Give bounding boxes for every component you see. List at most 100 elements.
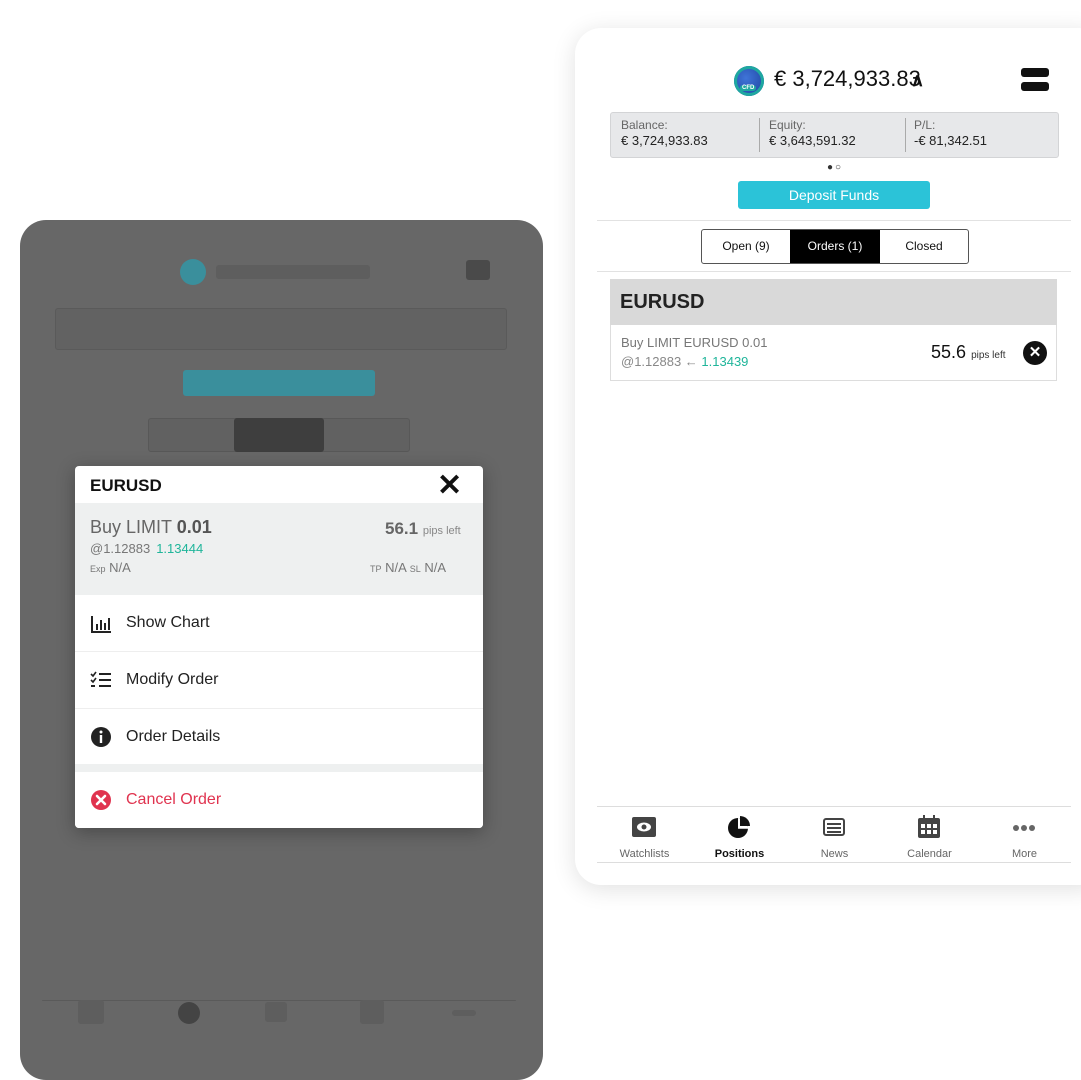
tab-label: More bbox=[1011, 848, 1038, 860]
divider bbox=[597, 220, 1071, 221]
pips-value: 55.6 bbox=[931, 342, 967, 362]
order-action-sheet: EURUSD ✕ Buy LIMIT 0.01 @1.12883 1.13444 … bbox=[75, 466, 483, 828]
sl-label: SL bbox=[409, 564, 421, 574]
pips-value: 56.1 bbox=[385, 519, 419, 538]
action-label: Order Details bbox=[126, 728, 221, 745]
deposit-placeholder bbox=[183, 370, 375, 396]
balance-label: Balance: bbox=[621, 118, 668, 132]
order-prices: @1.12883 ← 1.13439 bbox=[621, 354, 748, 369]
tp-label: TP bbox=[370, 564, 382, 574]
info-icon bbox=[91, 727, 111, 747]
tp-sl: TP N/A SL N/A bbox=[370, 560, 446, 575]
divider bbox=[42, 1000, 516, 1001]
divider bbox=[759, 118, 760, 152]
order-at-price: @1.12883 ← bbox=[621, 354, 702, 369]
segment-open[interactable]: Open (9) bbox=[702, 230, 790, 263]
order-prices: @1.12883 1.13444 bbox=[90, 541, 203, 556]
active-segment-placeholder bbox=[234, 418, 324, 452]
pl-value: -€ 81,342.51 bbox=[914, 133, 988, 148]
pips-unit: pips left bbox=[971, 350, 1006, 361]
tab-watchlists[interactable]: Watchlists bbox=[597, 807, 692, 862]
equity-value: € 3,643,591.32 bbox=[769, 133, 856, 148]
tab-positions[interactable]: Positions bbox=[692, 807, 787, 862]
stats-placeholder bbox=[55, 308, 507, 350]
order-type-label: Buy LIMIT bbox=[90, 517, 177, 537]
eye-icon bbox=[78, 1000, 104, 1024]
order-current-price: 1.13439 bbox=[701, 354, 749, 369]
cancel-order-icon[interactable]: ✕ bbox=[1023, 341, 1047, 365]
pl-stat: P/L: -€ 81,342.51 bbox=[914, 117, 987, 149]
pl-label: P/L: bbox=[914, 118, 936, 132]
modify-order-button[interactable]: Modify Order bbox=[75, 652, 483, 710]
order-expiry: Exp N/A bbox=[90, 560, 131, 575]
order-volume: 0.01 bbox=[176, 517, 212, 537]
divider bbox=[597, 271, 1071, 272]
tab-more[interactable]: More bbox=[977, 807, 1072, 862]
account-stats[interactable]: Balance: € 3,724,933.83 Equity: € 3,643,… bbox=[610, 112, 1059, 158]
tp-value: N/A bbox=[385, 560, 407, 575]
calendar-icon bbox=[918, 815, 940, 838]
menu-icon bbox=[466, 260, 490, 280]
order-type: Buy LIMIT 0.01 bbox=[90, 517, 212, 538]
checklist-icon bbox=[90, 671, 111, 687]
divider bbox=[75, 764, 483, 772]
exp-value: N/A bbox=[109, 560, 131, 575]
divider bbox=[905, 118, 906, 152]
close-icon[interactable]: ✕ bbox=[437, 469, 462, 503]
action-label: Show Chart bbox=[126, 614, 210, 631]
order-details-button[interactable]: Order Details bbox=[75, 709, 483, 765]
action-label: Modify Order bbox=[126, 671, 219, 688]
order-at-price: @1.12883 bbox=[90, 541, 151, 556]
eu-flag-icon: CFD bbox=[734, 66, 764, 96]
sheet-header: EURUSD ✕ bbox=[75, 466, 483, 506]
pie-chart-icon bbox=[178, 1002, 200, 1024]
cfd-badge: CFD bbox=[740, 85, 757, 91]
order-row[interactable]: Buy LIMIT EURUSD 0.01 @1.12883 ← 1.13439… bbox=[610, 325, 1057, 381]
more-dots-icon bbox=[1013, 825, 1035, 831]
tab-label: Positions bbox=[714, 848, 765, 860]
tab-label: News bbox=[820, 848, 849, 860]
positions-screen: CFD € 3,724,933.83 ∧ Balance: € 3,724,93… bbox=[575, 28, 1081, 885]
more-dots-icon bbox=[452, 1010, 476, 1016]
balance-value: € 3,724,933.83 bbox=[621, 133, 708, 148]
cancel-order-button[interactable]: Cancel Order bbox=[75, 772, 483, 828]
account-placeholder bbox=[216, 265, 370, 279]
symbol-name: EURUSD bbox=[620, 291, 705, 313]
order-current-price: 1.13444 bbox=[156, 541, 204, 556]
pips-unit: pips left bbox=[422, 525, 461, 537]
bar-chart-icon bbox=[91, 616, 111, 633]
newspaper-icon bbox=[823, 818, 845, 836]
show-chart-button[interactable]: Show Chart bbox=[75, 595, 483, 653]
calendar-icon bbox=[360, 1000, 384, 1024]
symbol-header: EURUSD bbox=[610, 279, 1057, 325]
sheet-title: EURUSD bbox=[90, 476, 162, 495]
eye-icon bbox=[632, 817, 656, 837]
pips-left: 55.6 pips left bbox=[931, 342, 1006, 363]
pips-left: 56.1 pips left bbox=[385, 519, 461, 539]
segment-closed[interactable]: Closed bbox=[880, 230, 968, 263]
action-label: Cancel Order bbox=[126, 791, 222, 808]
deposit-funds-button[interactable]: Deposit Funds bbox=[738, 181, 930, 209]
order-summary: Buy LIMIT 0.01 @1.12883 1.13444 Exp N/A 5… bbox=[75, 503, 483, 595]
account-value: € 3,724,933.83 bbox=[774, 66, 921, 91]
tab-label: Watchlists bbox=[619, 848, 670, 860]
order-description: Buy LIMIT EURUSD 0.01 bbox=[621, 335, 768, 350]
equity-stat: Equity: € 3,643,591.32 bbox=[769, 117, 856, 149]
exp-label: Exp bbox=[90, 564, 106, 574]
segment-orders[interactable]: Orders (1) bbox=[790, 230, 880, 263]
account-header[interactable]: CFD € 3,724,933.83 ∧ bbox=[575, 64, 1081, 98]
chevron-up-icon[interactable]: ∧ bbox=[911, 70, 924, 91]
newspaper-icon bbox=[265, 1002, 287, 1022]
pie-chart-icon bbox=[728, 816, 750, 838]
eu-flag-icon bbox=[180, 259, 206, 285]
cancel-icon bbox=[91, 790, 111, 810]
tab-calendar[interactable]: Calendar bbox=[882, 807, 977, 862]
balance-stat: Balance: € 3,724,933.83 bbox=[621, 117, 708, 149]
tab-news[interactable]: News bbox=[787, 807, 882, 862]
orders-segmented-control: Open (9) Orders (1) Closed bbox=[701, 229, 969, 264]
bottom-tab-bar: Watchlists Positions News Calendar More bbox=[597, 806, 1071, 863]
tab-label: Calendar bbox=[907, 848, 952, 860]
menu-icon[interactable] bbox=[1021, 68, 1049, 92]
page-indicator: ●○ bbox=[827, 162, 844, 173]
equity-label: Equity: bbox=[769, 118, 806, 132]
